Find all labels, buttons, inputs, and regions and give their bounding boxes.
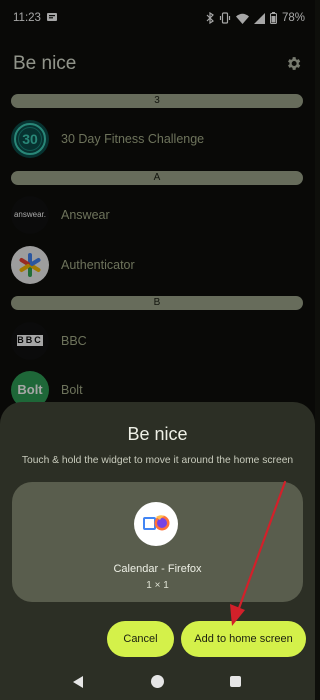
- annotation-arrow-icon: [230, 480, 287, 626]
